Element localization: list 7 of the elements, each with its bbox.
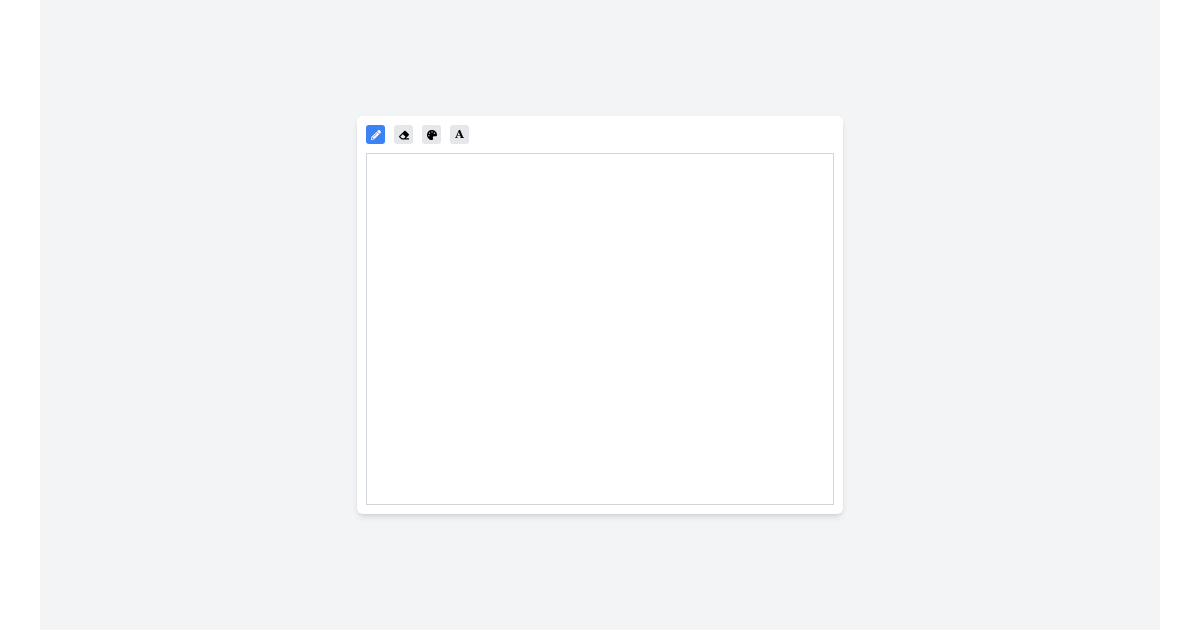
eraser-tool-button[interactable] [394, 125, 413, 144]
pencil-icon [370, 129, 381, 140]
eraser-icon [398, 129, 409, 140]
palette-icon [426, 129, 437, 140]
pencil-tool-button[interactable] [366, 125, 385, 144]
text-tool-button[interactable]: A [450, 125, 469, 144]
palette-tool-button[interactable] [422, 125, 441, 144]
